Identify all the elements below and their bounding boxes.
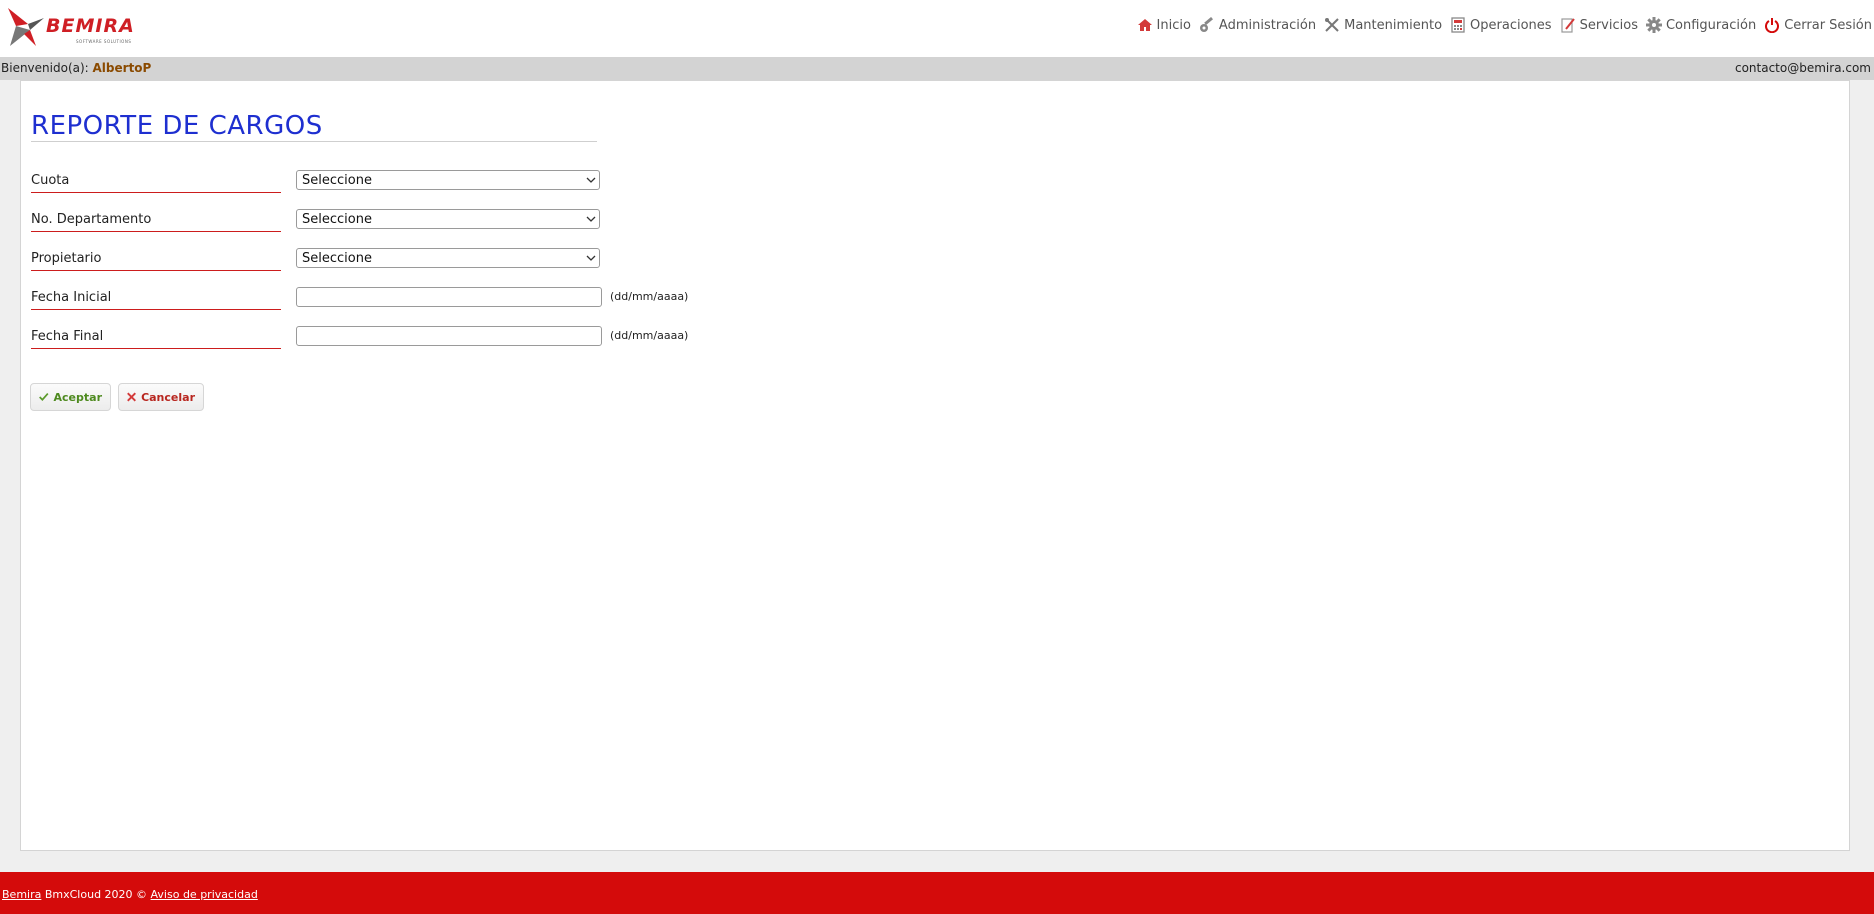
header: BEMIRA SOFTWARE SOLUTIONS Inicio Adminis…: [0, 0, 1874, 57]
nav-label: Cerrar Sesión: [1784, 17, 1872, 33]
propietario-select-value: Seleccione: [302, 251, 372, 266]
nav-item-configuracion[interactable]: Configuración: [1645, 17, 1757, 33]
welcome-message: Bienvenido(a): AlbertoP: [1, 61, 151, 75]
nav-label: Operaciones: [1470, 17, 1552, 33]
chevron-down-icon: [586, 255, 596, 261]
fecha-inicial-input[interactable]: [296, 287, 602, 307]
propietario-select[interactable]: Seleccione: [296, 248, 600, 268]
main-nav: Inicio Administración Mantenimiento Oper…: [1129, 14, 1872, 36]
footer: Bemira BmxCloud 2020 © Aviso de privacid…: [0, 872, 1874, 914]
form-row-departamento: No. Departamento Seleccione: [31, 209, 731, 242]
cancel-button-label: Cancelar: [141, 390, 195, 404]
footer-copyright: BmxCloud 2020 ©: [41, 888, 151, 901]
nav-item-cerrar-sesion[interactable]: Cerrar Sesión: [1764, 17, 1872, 33]
accept-button-label: Aceptar: [53, 390, 102, 404]
cuota-label: Cuota: [31, 173, 281, 193]
form-row-cuota: Cuota Seleccione: [31, 170, 731, 203]
tools-icon: [1325, 18, 1339, 32]
departamento-select-value: Seleccione: [302, 212, 372, 227]
cancel-button[interactable]: Cancelar: [118, 383, 204, 411]
nav-label: Mantenimiento: [1344, 17, 1443, 33]
footer-privacy-link[interactable]: Aviso de privacidad: [151, 888, 258, 901]
calculator-icon: [1451, 17, 1465, 33]
nav-label: Configuración: [1665, 17, 1757, 33]
home-icon: [1137, 19, 1152, 31]
nav-label: Inicio: [1156, 17, 1191, 33]
key-icon: [1199, 17, 1213, 32]
form-row-propietario: Propietario Seleccione: [31, 248, 731, 281]
departamento-select[interactable]: Seleccione: [296, 209, 600, 229]
bemira-logo[interactable]: BEMIRA SOFTWARE SOLUTIONS: [6, 6, 136, 48]
contact-email: contacto@bemira.com: [1734, 61, 1871, 75]
departamento-label: No. Departamento: [31, 212, 281, 232]
page-title: REPORTE DE CARGOS: [31, 111, 323, 141]
title-divider: [31, 141, 597, 142]
chevron-down-icon: [586, 177, 596, 183]
checkmark-icon: [39, 393, 49, 401]
nav-item-inicio[interactable]: Inicio: [1137, 18, 1191, 33]
content-panel: REPORTE DE CARGOS Cuota Seleccione No. D…: [20, 80, 1850, 851]
accept-button[interactable]: Aceptar: [30, 383, 111, 411]
fecha-final-input[interactable]: [296, 326, 602, 346]
welcome-bar: Bienvenido(a): AlbertoP contacto@bemira.…: [0, 57, 1874, 80]
fecha-inicial-format-hint: (dd/mm/aaaa): [610, 290, 689, 303]
nav-item-mantenimiento[interactable]: Mantenimiento: [1324, 17, 1442, 33]
fecha-inicial-label: Fecha Inicial: [31, 290, 281, 310]
close-icon: [127, 392, 136, 402]
form-row-fecha-final: Fecha Final (dd/mm/aaaa): [31, 326, 731, 359]
propietario-label: Propietario: [31, 251, 281, 271]
logo-wordmark: BEMIRA: [46, 15, 135, 37]
footer-text: Bemira BmxCloud 2020 © Aviso de privacid…: [2, 888, 258, 901]
cuota-select[interactable]: Seleccione: [296, 170, 600, 190]
fecha-final-label: Fecha Final: [31, 329, 281, 349]
fecha-final-format-hint: (dd/mm/aaaa): [610, 329, 689, 342]
nav-item-administracion[interactable]: Administración: [1199, 17, 1316, 33]
nav-label: Administración: [1218, 17, 1317, 33]
welcome-username: AlbertoP: [92, 61, 152, 75]
welcome-prefix: Bienvenido(a):: [1, 61, 93, 75]
power-icon: [1765, 18, 1780, 33]
chevron-down-icon: [586, 216, 596, 222]
nav-item-operaciones[interactable]: Operaciones: [1450, 17, 1552, 33]
cuota-select-value: Seleccione: [302, 173, 372, 188]
nav-label: Servicios: [1579, 17, 1638, 33]
logo-tagline: SOFTWARE SOLUTIONS: [76, 39, 132, 44]
edit-document-icon: [1560, 18, 1575, 33]
footer-bemira-link[interactable]: Bemira: [2, 888, 41, 901]
nav-item-servicios[interactable]: Servicios: [1560, 17, 1638, 33]
bemira-star-logo-icon: [8, 8, 44, 46]
gear-icon: [1645, 17, 1662, 33]
form-row-fecha-inicial: Fecha Inicial (dd/mm/aaaa): [31, 287, 731, 320]
